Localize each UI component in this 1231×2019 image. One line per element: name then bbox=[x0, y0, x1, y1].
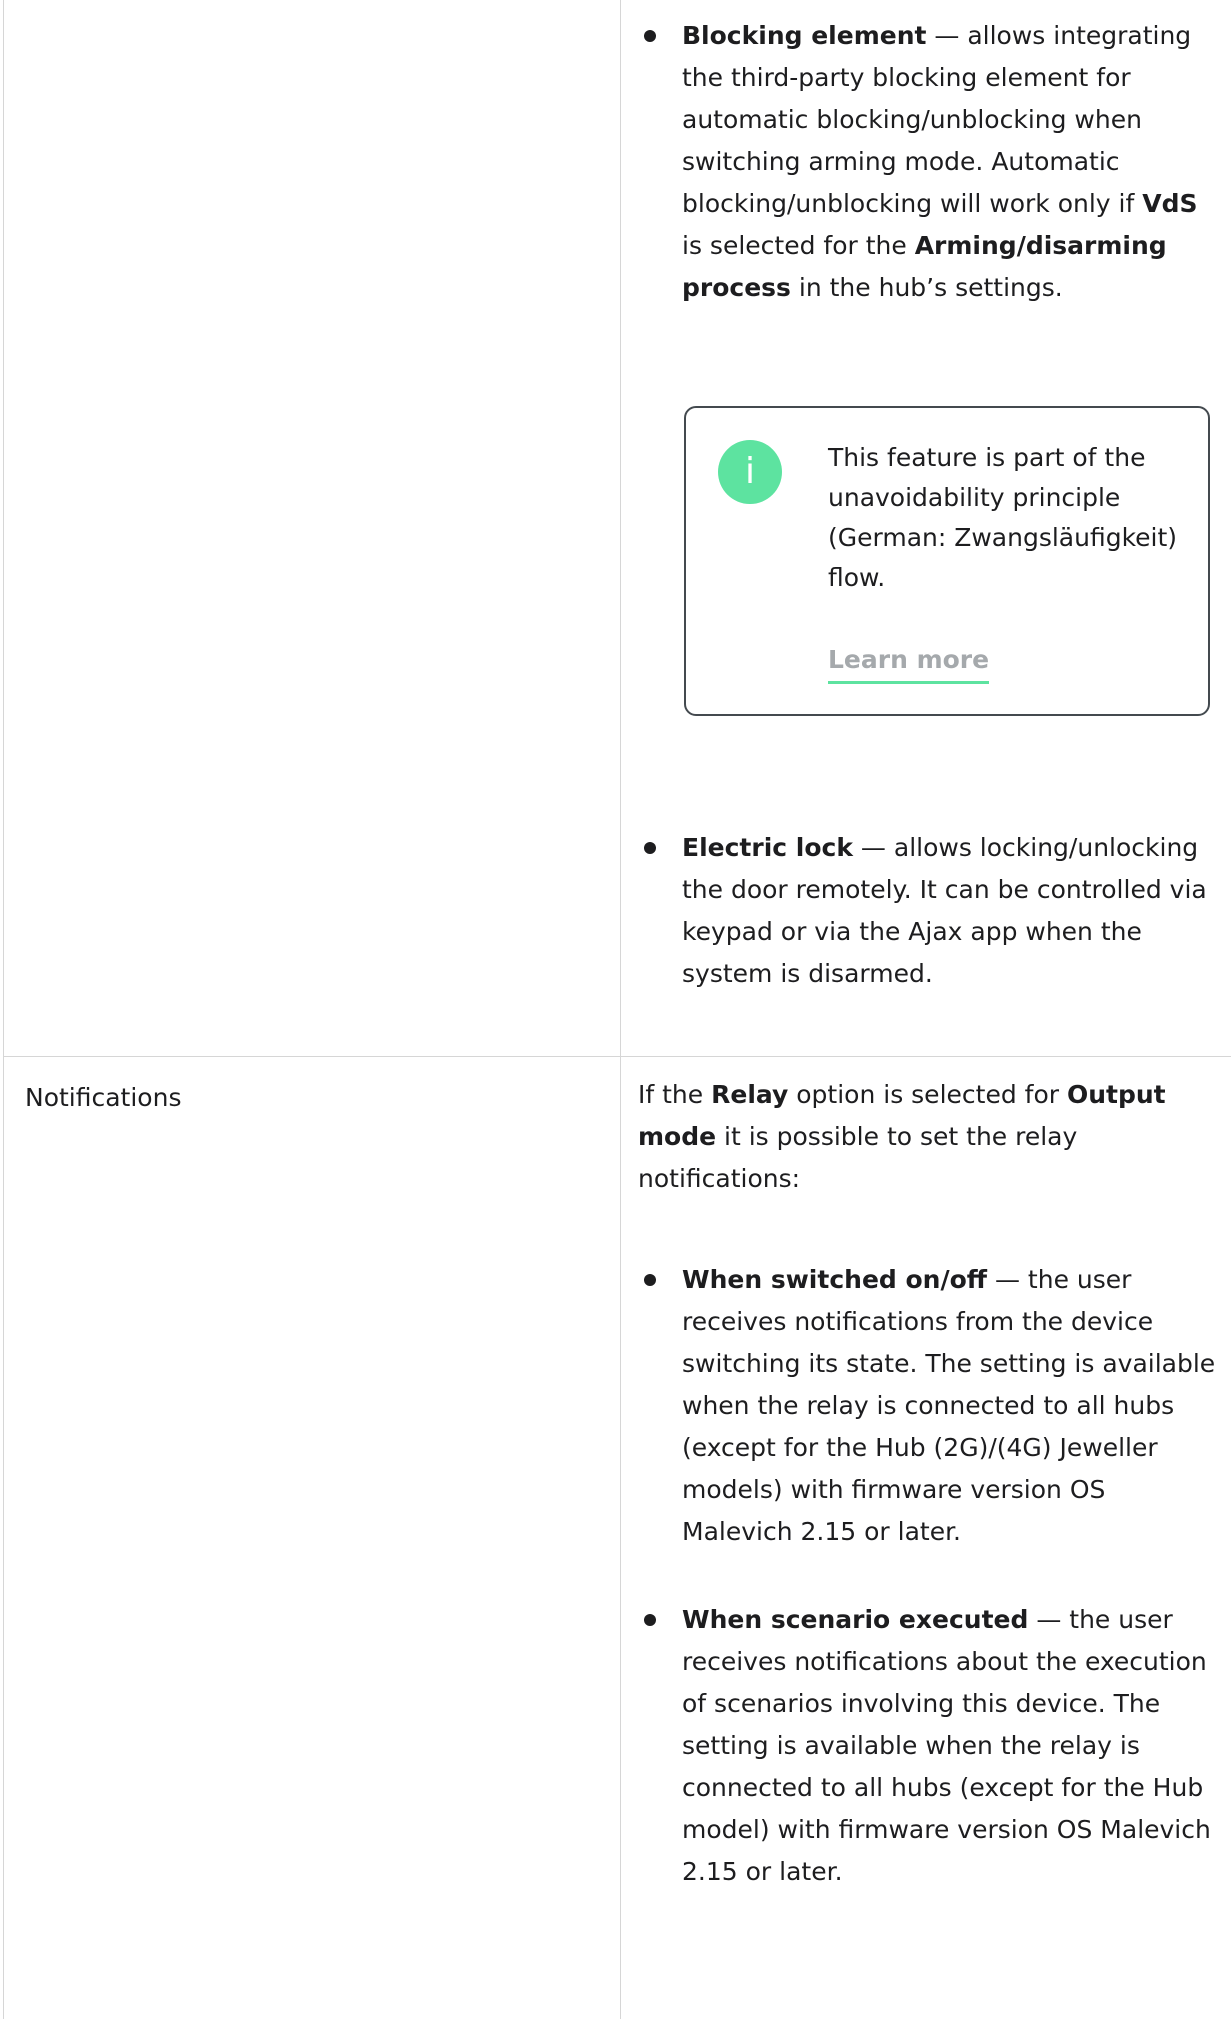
notifications-intro: If the Relay option is selected for Outp… bbox=[638, 1074, 1218, 1200]
vds-term: VdS bbox=[1142, 189, 1198, 218]
settings-table: Blocking element — allows integrating th… bbox=[0, 0, 1231, 2019]
info-note-text: This feature is part of the unavoidabili… bbox=[828, 443, 1178, 592]
electric-lock-item: Electric lock — allows locking/unlocking… bbox=[682, 827, 1222, 995]
table-row-divider bbox=[3, 1056, 1231, 1057]
scenario-executed-item: When scenario executed — the user receiv… bbox=[682, 1599, 1222, 1893]
relay-term: Relay bbox=[711, 1080, 789, 1109]
blocking-element-text-1: — allows integrating the third-party blo… bbox=[682, 21, 1192, 218]
bullet-dot bbox=[644, 1614, 656, 1626]
scenario-executed-text: — the user receives notifications about … bbox=[682, 1605, 1211, 1886]
switched-on-off-item: When switched on/off — the user receives… bbox=[682, 1259, 1222, 1553]
blocking-element-text-2: is selected for the bbox=[682, 231, 915, 260]
blocking-element-text-3: in the hub’s settings. bbox=[790, 273, 1063, 302]
scenario-executed-title: When scenario executed bbox=[682, 1605, 1029, 1634]
blocking-element-title: Blocking element bbox=[682, 21, 927, 50]
notifications-intro-text-1: If the bbox=[638, 1080, 712, 1109]
notifications-label: Notifications bbox=[25, 1083, 182, 1112]
bullet-dot bbox=[644, 1274, 656, 1286]
switched-on-off-text: — the user receives notifications from t… bbox=[682, 1265, 1216, 1546]
notifications-intro-text-2: option is selected for bbox=[788, 1080, 1067, 1109]
bullet-dot bbox=[644, 842, 656, 854]
table-column-divider bbox=[620, 0, 621, 2019]
electric-lock-title: Electric lock bbox=[682, 833, 853, 862]
learn-more-link[interactable]: Learn more bbox=[828, 640, 990, 684]
bullet-dot bbox=[644, 30, 656, 42]
info-icon: i bbox=[718, 440, 782, 504]
blocking-element-item: Blocking element — allows integrating th… bbox=[682, 15, 1222, 309]
switched-on-off-title: When switched on/off bbox=[682, 1265, 988, 1294]
table-left-border bbox=[3, 0, 4, 2019]
